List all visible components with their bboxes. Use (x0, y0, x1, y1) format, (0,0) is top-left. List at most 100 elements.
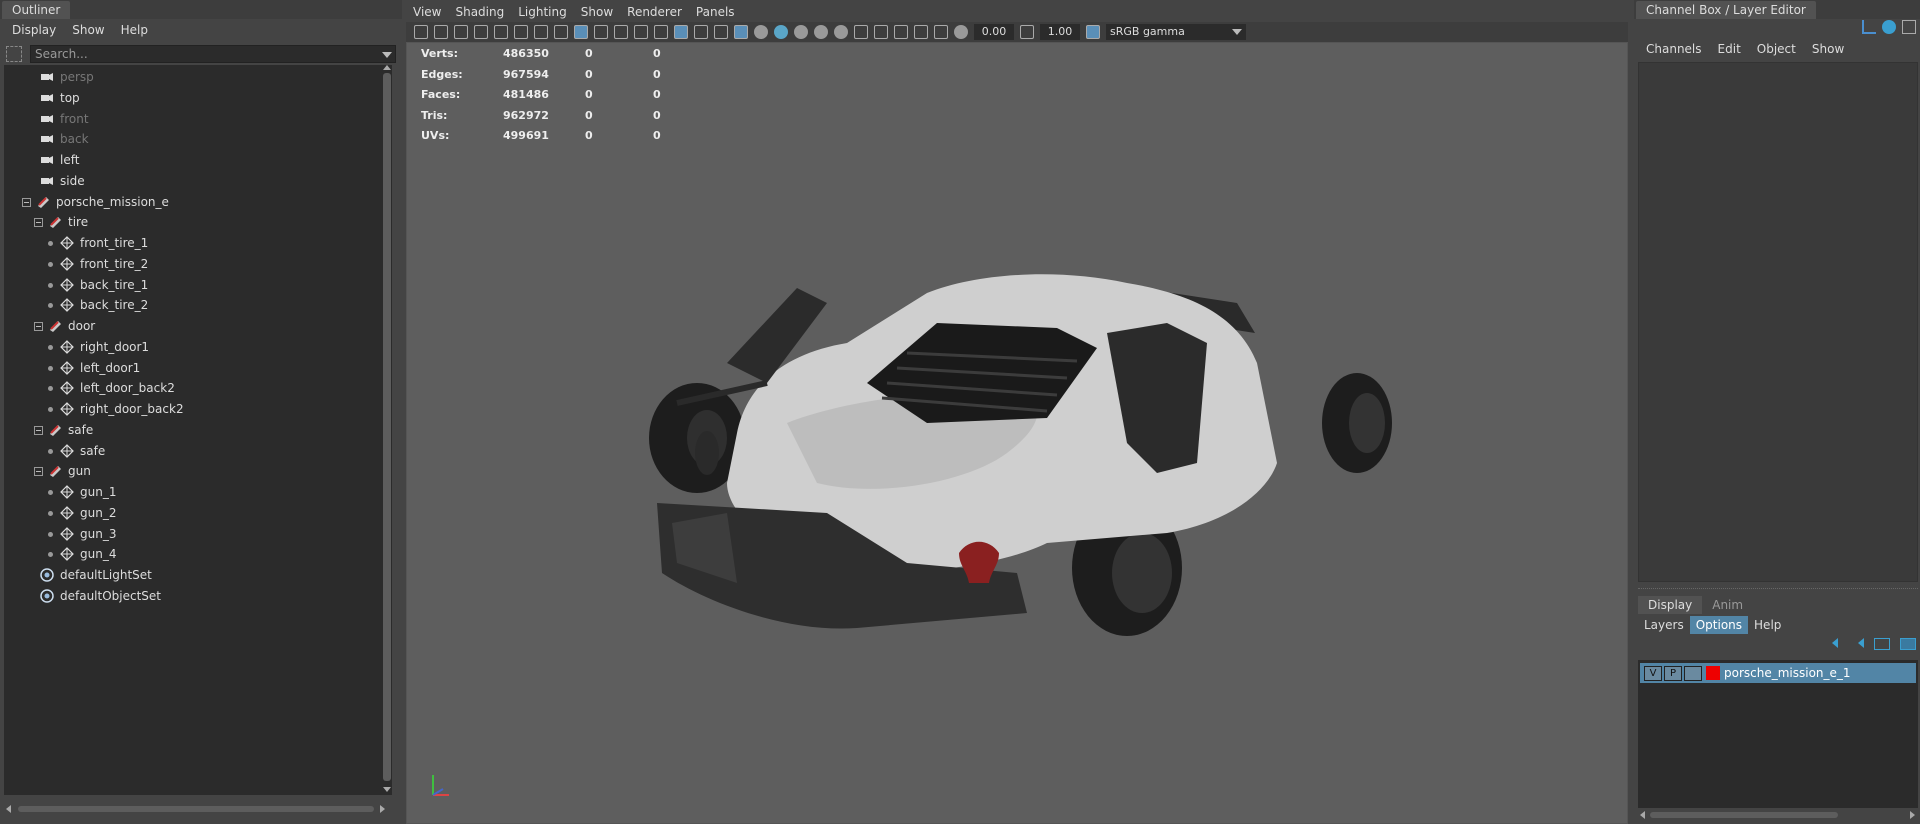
scrollbar-thumb[interactable] (383, 73, 391, 781)
camera-attributes-icon[interactable] (434, 25, 448, 39)
channel-box-menu-edit[interactable]: Edit (1710, 42, 1749, 56)
layer-display-type-toggle[interactable] (1684, 665, 1702, 681)
viewport-menu-panels[interactable]: Panels (689, 5, 742, 19)
collapse-icon[interactable] (34, 425, 43, 435)
outliner-item[interactable]: left_door1 (4, 358, 374, 378)
layer-visibility-toggle[interactable]: V (1644, 665, 1662, 681)
collapse-icon[interactable] (34, 218, 43, 228)
collapse-icon[interactable] (34, 322, 43, 331)
scroll-down-icon[interactable] (383, 787, 391, 792)
exposure-field[interactable]: 0.00 (974, 24, 1014, 40)
exposure-icon[interactable] (954, 25, 968, 39)
outliner-item[interactable]: right_door1 (4, 337, 374, 357)
resolution-gate-icon[interactable] (534, 25, 548, 39)
select-filter-icon[interactable] (6, 46, 22, 62)
panel-splitter[interactable] (1638, 588, 1918, 591)
gate-mask-icon[interactable] (594, 25, 608, 39)
outliner-item[interactable]: gun_4 (4, 544, 374, 564)
viewport-menu-shading[interactable]: Shading (448, 5, 511, 19)
lights-icon[interactable] (754, 25, 768, 39)
layer-color-swatch[interactable] (1706, 666, 1720, 680)
viewport-menu-renderer[interactable]: Renderer (620, 5, 689, 19)
textured-icon[interactable] (734, 25, 748, 39)
outliner-item[interactable]: safe (4, 441, 374, 461)
move-layer-down-icon[interactable] (1848, 638, 1864, 648)
scrollbar-thumb[interactable] (18, 806, 374, 812)
outliner-item[interactable]: gun_3 (4, 524, 374, 544)
outliner-item[interactable]: back (4, 129, 374, 149)
outliner-item[interactable]: porsche_mission_e (4, 192, 374, 212)
scroll-up-icon[interactable] (383, 65, 391, 70)
layer-horizontal-scrollbar[interactable] (1638, 810, 1918, 820)
car-model[interactable] (407, 43, 1629, 824)
layer-playback-toggle[interactable]: P (1664, 665, 1682, 681)
viewport-menu-lighting[interactable]: Lighting (511, 5, 574, 19)
scroll-left-icon[interactable] (1640, 811, 1645, 819)
channel-box-area[interactable] (1638, 62, 1918, 582)
outliner-menu-display[interactable]: Display (4, 23, 64, 37)
outliner-menu-show[interactable]: Show (64, 23, 112, 37)
outliner-menu-help[interactable]: Help (113, 23, 156, 37)
image-plane-icon[interactable] (474, 25, 488, 39)
default-material-icon[interactable] (694, 25, 708, 39)
ambient-occlusion-icon[interactable] (794, 25, 808, 39)
outliner-item[interactable]: tire (4, 212, 374, 232)
outliner-search-input[interactable]: Search... (30, 45, 396, 63)
depth-of-field-icon[interactable] (854, 25, 868, 39)
layer-menu-layers[interactable]: Layers (1638, 616, 1690, 634)
layer-name[interactable]: porsche_mission_e_1 (1724, 666, 1851, 680)
xray-joints-icon[interactable] (914, 25, 928, 39)
chevron-down-icon[interactable] (382, 52, 392, 58)
outliner-item[interactable]: gun_2 (4, 503, 374, 523)
channel-box-menu-channels[interactable]: Channels (1638, 42, 1710, 56)
outliner-item[interactable]: left_door_back2 (4, 378, 374, 398)
outliner-item[interactable]: side (4, 171, 374, 191)
outliner-horizontal-scrollbar[interactable] (4, 803, 392, 815)
scrollbar-thumb[interactable] (1650, 812, 1838, 818)
color-space-select[interactable]: sRGB gamma (1106, 24, 1246, 40)
field-chart-icon[interactable] (614, 25, 628, 39)
viewport-canvas[interactable]: Verts: 486350 0 0 Edges: 967594 0 0 Faces: 481486… (406, 42, 1628, 824)
outliner-item[interactable]: top (4, 88, 374, 108)
wireframe-icon[interactable] (654, 25, 668, 39)
outliner-item[interactable]: back_tire_1 (4, 275, 374, 295)
layer-menu-help[interactable]: Help (1748, 616, 1787, 634)
wireframe-on-shaded-icon[interactable] (714, 25, 728, 39)
outliner-item[interactable]: front (4, 109, 374, 129)
outliner-vertical-scrollbar[interactable] (382, 65, 392, 795)
outliner-item[interactable]: back_tire_2 (4, 295, 374, 315)
outliner-item[interactable]: persp (4, 67, 374, 87)
tab-display[interactable]: Display (1638, 596, 1703, 614)
axis-toggle-icon[interactable] (1862, 20, 1876, 34)
outliner-item[interactable]: safe (4, 420, 374, 440)
channel-box-menu-show[interactable]: Show (1804, 42, 1852, 56)
outliner-item[interactable]: gun_1 (4, 482, 374, 502)
xray-components-icon[interactable] (934, 25, 948, 39)
safe-title-icon[interactable] (634, 25, 648, 39)
outliner-item[interactable]: defaultLightSet (4, 565, 374, 585)
outliner-item[interactable]: right_door_back2 (4, 399, 374, 419)
layer-menu-options[interactable]: Options (1689, 616, 1749, 634)
new-layer-from-selection-icon[interactable] (1900, 638, 1916, 650)
collapse-icon[interactable] (22, 197, 31, 207)
safe-action-icon[interactable] (554, 25, 568, 39)
smooth-shade-icon[interactable] (674, 25, 688, 39)
outliner-tab[interactable]: Outliner (2, 1, 71, 19)
new-empty-layer-icon[interactable] (1874, 638, 1890, 650)
select-camera-icon[interactable] (414, 25, 428, 39)
shadows-icon[interactable] (774, 25, 788, 39)
outliner-item[interactable]: front_tire_2 (4, 254, 374, 274)
viewport-menu-show[interactable]: Show (574, 5, 620, 19)
chevron-down-icon[interactable] (1232, 29, 1242, 35)
attribute-editor-icon[interactable] (1902, 20, 1916, 34)
isolate-select-icon[interactable] (874, 25, 888, 39)
layer-row[interactable]: V P porsche_mission_e_1 (1640, 663, 1916, 683)
grid-icon[interactable] (574, 25, 588, 39)
gamma-icon[interactable] (1020, 25, 1034, 39)
film-gate-icon[interactable] (514, 25, 528, 39)
outliner-item[interactable]: gun (4, 461, 374, 481)
scroll-right-icon[interactable] (380, 805, 385, 813)
motion-blur-icon[interactable] (814, 25, 828, 39)
channel-box-mode-icon[interactable] (1882, 20, 1896, 34)
channel-box-menu-object[interactable]: Object (1749, 42, 1804, 56)
